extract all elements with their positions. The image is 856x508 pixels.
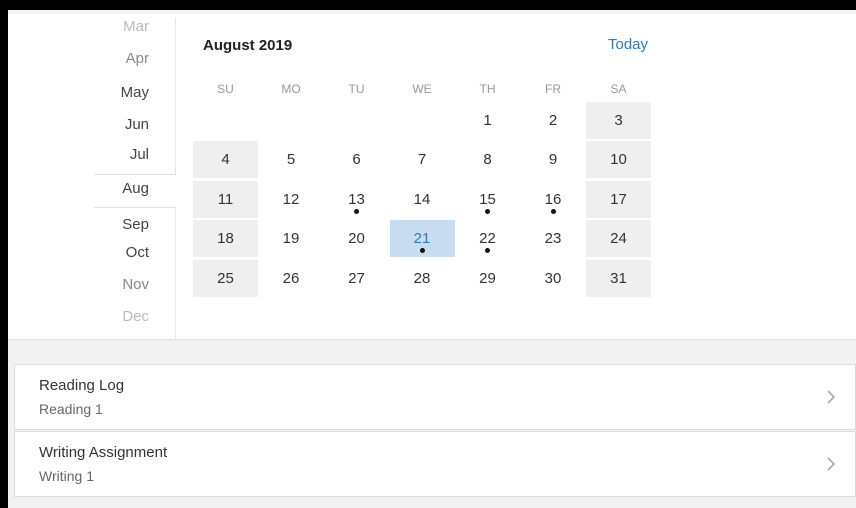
day-31[interactable]: 31 (586, 259, 651, 297)
weekday-we: WE (412, 82, 432, 96)
weekday-sa: SA (610, 82, 627, 96)
empty-day (193, 102, 258, 139)
event-dot-icon (419, 248, 425, 254)
weekday-th: TH (479, 82, 496, 96)
day-27[interactable]: 27 (324, 260, 389, 297)
day-25[interactable]: 25 (193, 259, 258, 297)
month-jun[interactable]: Jun (89, 116, 149, 133)
day-17[interactable]: 17 (586, 180, 651, 218)
day-1[interactable]: 1 (455, 102, 520, 139)
day-16[interactable]: 16 (521, 181, 586, 218)
assignment-item-reading-log[interactable]: Reading Log Reading 1 (14, 364, 856, 430)
day-24[interactable]: 24 (586, 220, 651, 258)
event-dot-icon (485, 248, 490, 254)
day-21[interactable]: 21 (389, 220, 455, 258)
month-dec[interactable]: Dec (89, 308, 149, 325)
day-7[interactable]: 7 (390, 141, 455, 178)
empty-day (324, 102, 389, 139)
day-5[interactable]: 5 (259, 141, 324, 178)
month-oct[interactable]: Oct (89, 244, 149, 261)
day-10[interactable]: 10 (586, 141, 651, 179)
day-14[interactable]: 14 (390, 181, 455, 218)
month-nov[interactable]: Nov (89, 276, 149, 293)
day-3[interactable]: 3 (586, 102, 651, 139)
day-29[interactable]: 29 (455, 260, 520, 297)
assignment-subtitle: Writing 1 (39, 468, 94, 484)
app-frame: Mar Apr May Jun Jul Aug Sep Oct Nov Dec August 20… (8, 10, 856, 508)
day-2[interactable]: 2 (521, 102, 586, 139)
month-mar[interactable]: Mar (89, 18, 149, 35)
month-sep[interactable]: Sep (89, 216, 149, 233)
day-4[interactable]: 4 (193, 141, 258, 179)
assignment-subtitle: Reading 1 (39, 401, 103, 417)
day-6[interactable]: 6 (324, 141, 389, 178)
month-picker[interactable]: Mar Apr May Jun Jul Aug Sep Oct Nov Dec (94, 18, 176, 340)
empty-day (390, 102, 455, 139)
day-19[interactable]: 19 (259, 220, 324, 257)
day-9[interactable]: 9 (521, 141, 586, 178)
day-20[interactable]: 20 (324, 220, 389, 257)
weekday-su: SU (217, 82, 234, 96)
assignment-item-writing-assignment[interactable]: Writing Assignment Writing 1 (14, 431, 856, 497)
month-may[interactable]: May (89, 84, 149, 101)
assignment-title: Writing Assignment (39, 444, 168, 461)
month-aug[interactable]: Aug (89, 180, 149, 197)
weekday-tu: TU (348, 82, 365, 96)
day-15[interactable]: 15 (455, 181, 520, 218)
event-dot-icon (550, 208, 556, 214)
chevron-right-icon (827, 390, 836, 404)
weekday-mo: MO (281, 82, 301, 96)
day-11[interactable]: 11 (193, 180, 258, 218)
day-23[interactable]: 23 (521, 220, 586, 257)
today-button[interactable]: Today (608, 36, 648, 53)
day-28[interactable]: 28 (390, 260, 455, 297)
top-divider (8, 10, 856, 14)
month-apr[interactable]: Apr (89, 50, 149, 67)
chevron-right-icon (827, 457, 836, 471)
weekday-fr: FR (545, 82, 561, 96)
event-dot-icon (485, 208, 490, 214)
calendar-title: August 2019 (203, 37, 293, 54)
day-8[interactable]: 8 (455, 141, 520, 178)
day-30[interactable]: 30 (521, 260, 586, 297)
day-12[interactable]: 12 (259, 181, 324, 218)
calendar-panel: Mar Apr May Jun Jul Aug Sep Oct Nov Dec August 20… (8, 10, 856, 340)
day-18[interactable]: 18 (193, 220, 258, 258)
assignment-title: Reading Log (39, 377, 125, 394)
day-13[interactable]: 13 (324, 181, 389, 218)
day-26[interactable]: 26 (259, 260, 324, 297)
empty-day (259, 102, 324, 139)
day-22[interactable]: 22 (455, 220, 520, 257)
event-dot-icon (354, 208, 359, 214)
month-jul[interactable]: Jul (89, 146, 149, 163)
